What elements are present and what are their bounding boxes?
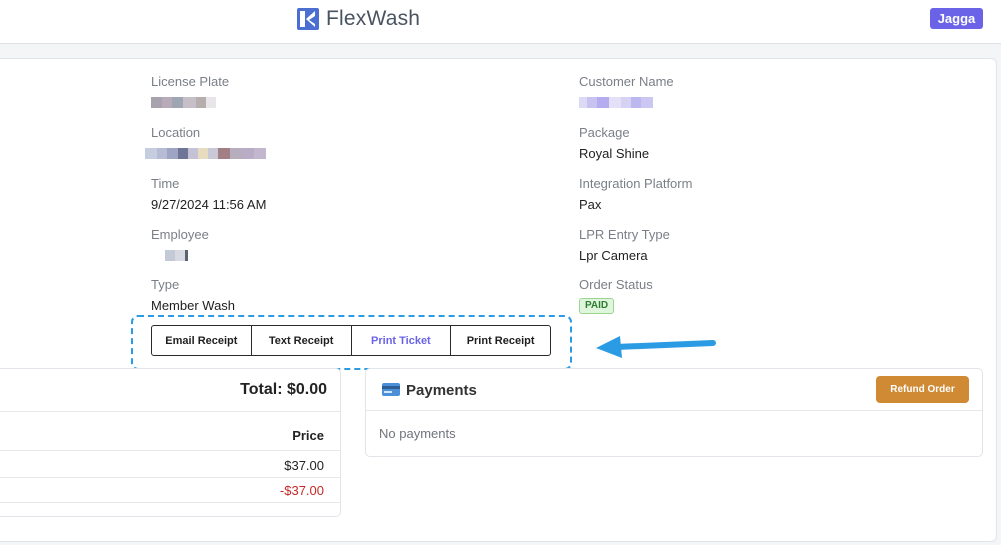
order-items-card: Total: $0.00 Price $37.00 -$37.00: [0, 368, 341, 517]
no-payments-text: No payments: [379, 426, 456, 441]
customer-name-redacted: [579, 97, 674, 108]
type-value: Member Wash: [151, 298, 236, 313]
annotation-arrow-icon: [596, 336, 716, 358]
time-value: 9/27/2024 11:56 AM: [151, 197, 267, 212]
integration-platform-field: Integration Platform Pax: [579, 176, 692, 213]
employee-redacted: [165, 250, 209, 261]
annotation-highlight-box: [131, 315, 572, 370]
lpr-entry-type-field: LPR Entry Type Lpr Camera: [579, 227, 670, 264]
items-row-divider: [0, 477, 340, 478]
order-status-field: Order Status PAID: [579, 277, 653, 314]
integration-platform-value: Pax: [579, 197, 602, 212]
user-badge[interactable]: Jagga: [930, 8, 983, 29]
order-status-label: Order Status: [579, 277, 653, 292]
brand-name: FlexWash: [326, 7, 421, 30]
license-plate-label: License Plate: [151, 74, 230, 89]
item-price: $37.00: [284, 458, 324, 473]
top-navigation-bar: FlexWash Jagga: [0, 0, 1001, 44]
brand[interactable]: FlexWash: [297, 7, 420, 31]
order-total: Total: $0.00: [240, 381, 327, 398]
employee-label: Employee: [151, 227, 209, 242]
item-discount-price: -$37.00: [279, 483, 324, 498]
items-row-divider: [0, 502, 340, 503]
payments-card: Payments Refund Order No payments: [365, 368, 983, 457]
package-field: Package Royal Shine: [579, 125, 649, 162]
location-redacted: [145, 148, 266, 159]
location-field: Location: [145, 125, 266, 159]
refund-order-button[interactable]: Refund Order: [876, 376, 969, 403]
location-label: Location: [151, 125, 201, 140]
package-value: Royal Shine: [579, 146, 650, 161]
package-label: Package: [579, 125, 630, 140]
price-column-header: Price: [292, 428, 324, 443]
lpr-entry-type-value: Lpr Camera: [579, 248, 648, 263]
time-field: Time 9/27/2024 11:56 AM: [151, 176, 266, 213]
customer-name-field: Customer Name: [579, 74, 674, 108]
time-label: Time: [151, 176, 180, 191]
license-plate-redacted: [151, 97, 229, 108]
flexwash-logo-icon: [297, 8, 319, 30]
customer-name-label: Customer Name: [579, 74, 674, 89]
status-badge: PAID: [579, 298, 615, 314]
lpr-entry-type-label: LPR Entry Type: [579, 227, 670, 242]
type-field: Type Member Wash: [151, 277, 235, 314]
credit-card-icon: [382, 383, 400, 396]
items-row-divider: [0, 450, 340, 451]
license-plate-field: License Plate: [151, 74, 229, 108]
type-label: Type: [151, 277, 180, 292]
items-divider: [0, 411, 340, 412]
employee-field: Employee: [151, 227, 209, 261]
payments-header: Payments Refund Order: [366, 369, 982, 411]
integration-platform-label: Integration Platform: [579, 176, 693, 191]
payments-title: Payments: [406, 382, 477, 399]
